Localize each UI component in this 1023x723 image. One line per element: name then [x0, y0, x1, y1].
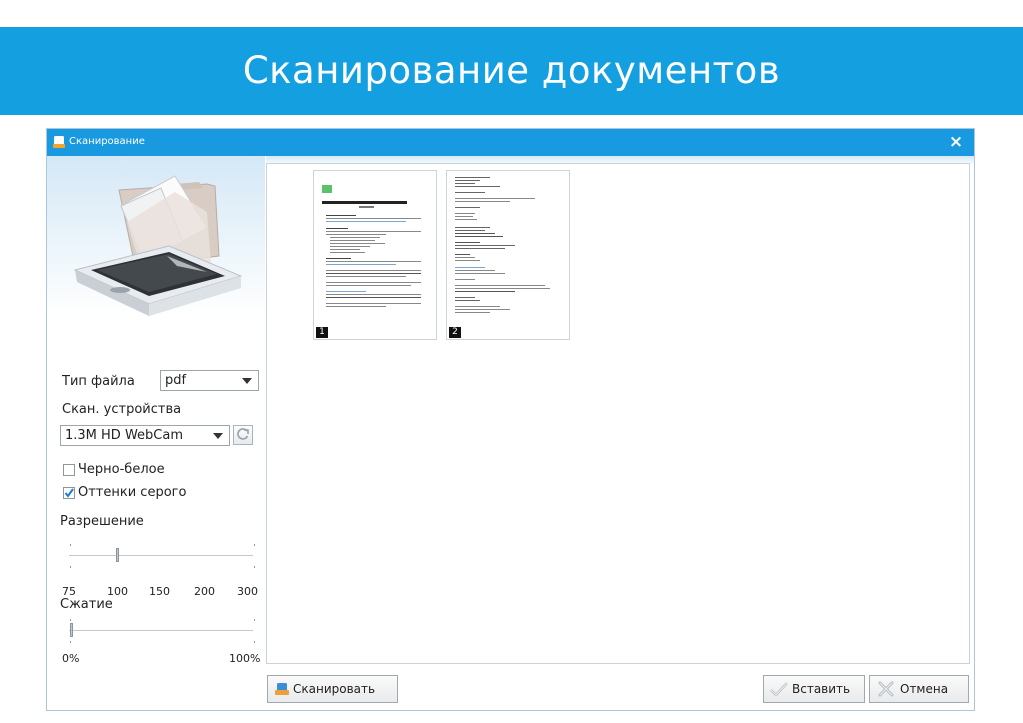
insert-button[interactable]: Вставить	[763, 675, 865, 703]
compression-slider-handle[interactable]	[70, 623, 73, 637]
page-preview-image	[322, 185, 421, 307]
grayscale-checkbox[interactable]	[63, 487, 75, 499]
page-banner: Сканирование документов	[0, 27, 1023, 115]
page-number: 1	[316, 327, 328, 338]
resolution-slider-handle[interactable]	[116, 548, 119, 562]
slider-tick	[254, 566, 255, 568]
bw-checkbox[interactable]	[63, 464, 75, 476]
file-type-select[interactable]: pdf	[160, 370, 259, 391]
device-value: 1.3M HD WebCam	[65, 428, 183, 443]
cancel-button-label: Отмена	[900, 682, 949, 696]
resolution-slider[interactable]	[67, 539, 257, 569]
page-preview-image	[455, 177, 550, 313]
page-thumbnail[interactable]: 1	[313, 170, 437, 340]
checkmark-icon	[770, 682, 788, 697]
slider-tick	[70, 641, 71, 643]
window-titlebar: Сканирование ×	[47, 129, 974, 156]
window-title: Сканирование	[69, 136, 145, 147]
compression-min-label: 0%	[62, 652, 80, 665]
refresh-icon	[237, 428, 249, 440]
slider-tick	[70, 566, 71, 568]
bw-label: Черно-белое	[78, 462, 165, 477]
refresh-devices-button[interactable]	[233, 425, 253, 445]
cancel-button[interactable]: Отмена	[869, 675, 969, 703]
cross-icon	[878, 681, 894, 697]
scanner-app-icon	[53, 136, 65, 148]
chevron-down-icon	[213, 433, 223, 439]
resolution-label: Разрешение	[60, 514, 144, 529]
slider-tick	[70, 619, 71, 621]
file-type-label: Тип файла	[62, 374, 135, 389]
preview-area[interactable]: 1 2	[266, 163, 970, 664]
resolution-option-label: 300	[237, 585, 258, 598]
slider-tick	[254, 544, 255, 546]
compression-slider[interactable]	[67, 617, 257, 643]
banner-title: Сканирование документов	[242, 49, 781, 92]
slider-track	[69, 555, 253, 556]
scan-button[interactable]: Сканировать	[267, 675, 398, 703]
insert-button-label: Вставить	[792, 682, 851, 696]
scan-dialog: Сканирование × Тип файла pdf Скан. устро…	[46, 128, 975, 711]
scanner-illustration	[73, 175, 243, 316]
checkmark-icon	[64, 488, 74, 498]
scan-button-label: Сканировать	[293, 682, 376, 696]
page-thumbnail[interactable]: 2	[446, 170, 570, 340]
devices-label: Скан. устройства	[62, 402, 182, 417]
slider-tick	[254, 641, 255, 643]
slider-tick	[70, 544, 71, 546]
close-icon[interactable]: ×	[946, 131, 966, 153]
chevron-down-icon	[242, 378, 252, 384]
page-number: 2	[449, 327, 461, 338]
compression-label: Сжатие	[60, 597, 113, 612]
slider-tick	[254, 619, 255, 621]
slider-track	[69, 630, 253, 631]
file-type-value: pdf	[165, 373, 187, 388]
grayscale-label: Оттенки серого	[78, 485, 187, 500]
resolution-option-label: 200	[194, 585, 215, 598]
compression-max-label: 100%	[229, 652, 261, 665]
device-select[interactable]: 1.3M HD WebCam	[60, 425, 230, 446]
resolution-option-label: 150	[149, 585, 170, 598]
scanner-icon	[275, 683, 289, 695]
